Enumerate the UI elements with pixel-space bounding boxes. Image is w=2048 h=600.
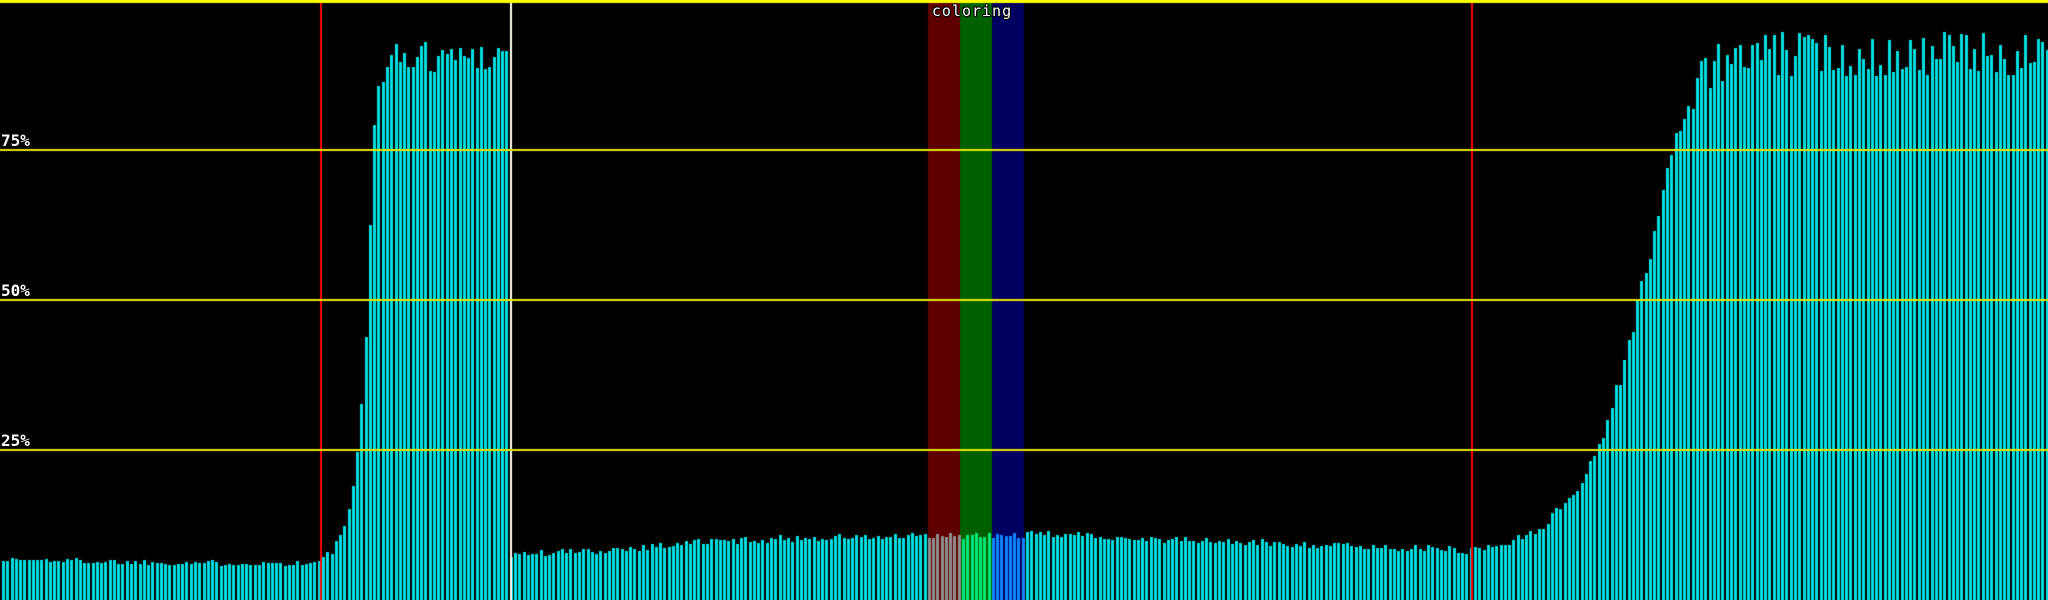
axis-tick-50: 50% — [1, 281, 30, 300]
coloring-region-title: coloring — [931, 2, 1013, 20]
histogram-canvas — [0, 0, 2048, 600]
waveform-scope-panel: 75% 50% 25% coloring — [0, 0, 2048, 600]
axis-tick-75: 75% — [1, 131, 30, 150]
axis-tick-25: 25% — [1, 431, 30, 450]
